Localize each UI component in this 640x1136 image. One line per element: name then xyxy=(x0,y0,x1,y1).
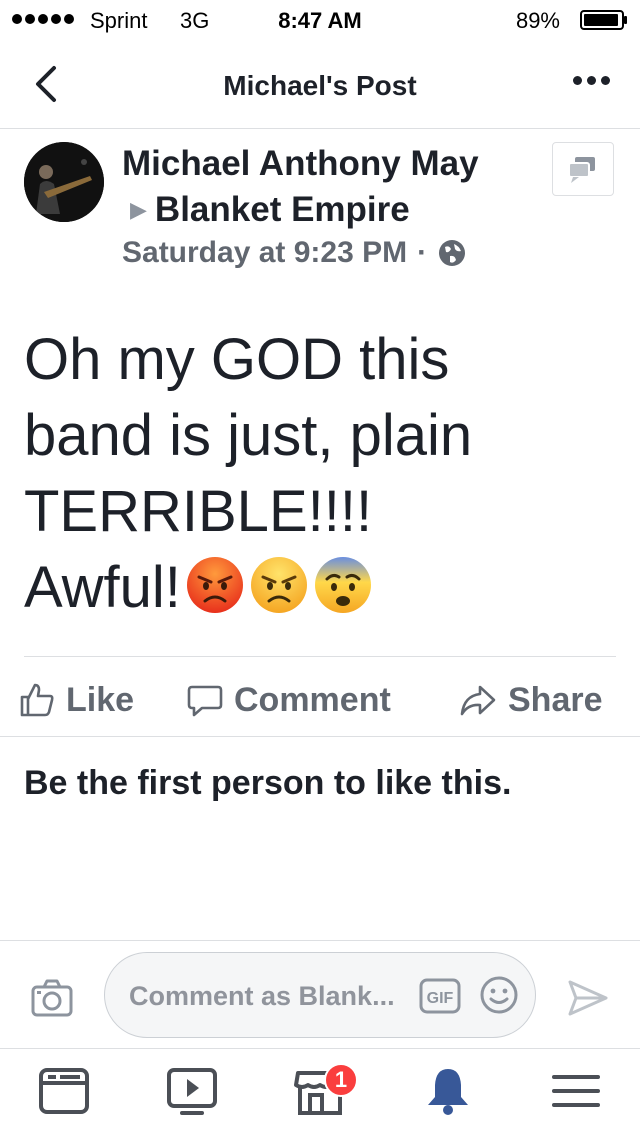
nav-bar: Michael's Post xyxy=(0,40,640,129)
share-button[interactable]: Share xyxy=(458,668,603,732)
post-text-line: Oh my GOD this xyxy=(24,327,450,392)
more-options-icon[interactable] xyxy=(573,76,610,85)
author-name[interactable]: Michael Anthony May xyxy=(122,144,479,184)
speech-bubble-icon xyxy=(187,685,223,717)
angry-face-icon xyxy=(250,557,307,613)
avatar[interactable] xyxy=(24,142,104,222)
gif-label: GIF xyxy=(427,990,454,1007)
divider xyxy=(0,940,640,941)
post-actions: Like Comment Share xyxy=(0,668,640,732)
triangle-right-icon: ▶ xyxy=(130,197,147,222)
page-title: Michael's Post xyxy=(223,70,417,101)
video-icon[interactable] xyxy=(164,1063,220,1119)
comment-input[interactable]: Comment as Blank... GIF xyxy=(104,952,536,1038)
avatar-photo-icon xyxy=(24,142,104,222)
message-button[interactable] xyxy=(552,142,614,196)
battery-icon xyxy=(580,10,627,30)
meta-separator: · xyxy=(417,236,428,269)
post-text-line: Awful! xyxy=(24,555,181,620)
post-text-line: TERRIBLE!!!! xyxy=(24,479,373,544)
menu-hamburger-icon[interactable] xyxy=(548,1063,604,1119)
notifications-bell-icon[interactable] xyxy=(420,1063,476,1119)
post-text-line: band is just, plain xyxy=(24,403,473,468)
comment-placeholder: Comment as Blank... xyxy=(129,981,395,1011)
news-feed-icon[interactable] xyxy=(36,1063,92,1119)
globe-icon xyxy=(439,240,466,266)
post-meta: Saturday at 9:23 PM · xyxy=(122,236,467,270)
group-link[interactable]: ▶ Blanket Empire xyxy=(130,190,410,230)
share-label: Share xyxy=(508,680,603,719)
camera-icon[interactable] xyxy=(30,978,74,1018)
chat-bubbles-icon xyxy=(568,157,595,183)
divider xyxy=(0,736,640,737)
gif-button[interactable]: GIF xyxy=(419,978,461,1014)
post-body: Oh my GOD this band is just, plain TERRI… xyxy=(24,322,614,626)
gif-icon: GIF xyxy=(419,978,461,1014)
battery-percent: 89% xyxy=(515,8,560,33)
like-button[interactable]: Like xyxy=(18,668,134,732)
send-icon[interactable] xyxy=(566,978,610,1018)
thumbs-up-icon xyxy=(20,683,54,717)
status-bar: Sprint 3G 8:47 AM 89% xyxy=(0,0,640,40)
comment-button[interactable]: Comment xyxy=(186,668,391,732)
post-timestamp[interactable]: Saturday at 9:23 PM xyxy=(122,236,407,270)
like-label: Like xyxy=(66,680,135,719)
fearful-face-icon xyxy=(314,557,371,613)
share-arrow-icon xyxy=(460,685,496,716)
post-text-line-last: Awful! xyxy=(24,550,614,626)
sticker-smiley-icon[interactable] xyxy=(479,975,519,1015)
tab-bar xyxy=(0,1049,640,1136)
reactions-summary: Be the first person to like this. xyxy=(24,764,512,802)
pouting-face-icon xyxy=(186,557,243,613)
comment-label: Comment xyxy=(234,680,391,719)
divider xyxy=(24,656,616,657)
group-name[interactable]: Blanket Empire xyxy=(155,190,410,230)
notification-badge: 1 xyxy=(324,1063,358,1097)
